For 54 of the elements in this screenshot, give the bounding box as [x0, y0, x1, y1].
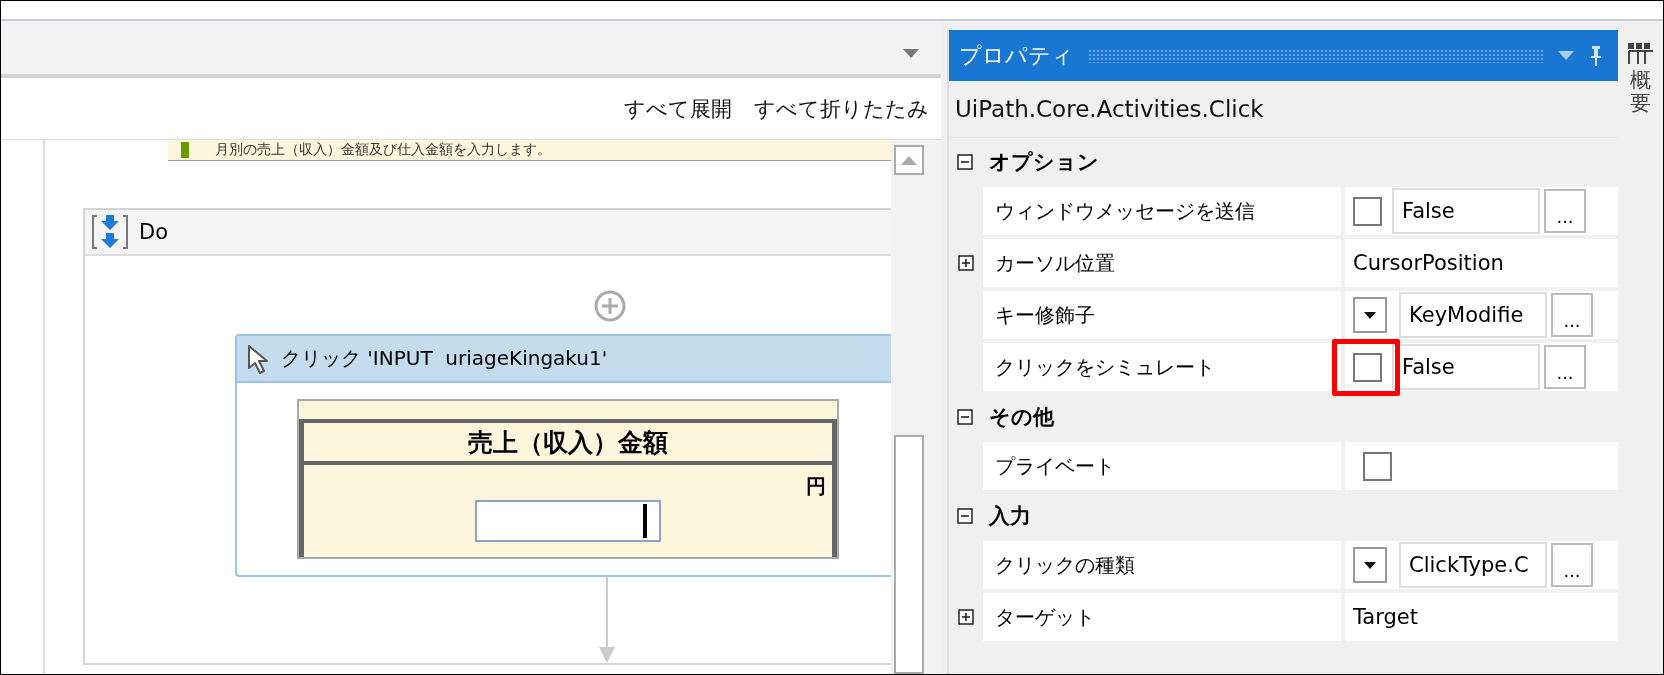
ellipsis-button[interactable]: ...: [1544, 345, 1586, 389]
cursor-icon: [247, 343, 269, 374]
category-title: その他: [989, 403, 1054, 431]
property-label: クリックをシミュレート: [983, 343, 1341, 391]
annotation-marker: [181, 142, 189, 158]
dropdown-arrow-icon[interactable]: [1558, 51, 1574, 60]
activity-title: クリック 'INPUT uriageKingaku1': [281, 345, 608, 372]
outline-icon[interactable]: [1627, 43, 1654, 65]
property-value: Target: [1353, 605, 1418, 629]
scrollbar-thumb[interactable]: [893, 435, 924, 674]
category-title: 入力: [989, 502, 1031, 530]
value-field[interactable]: ClickType.C: [1399, 542, 1547, 588]
dropdown-caret-icon: [1364, 561, 1376, 569]
category-title: オプション: [989, 148, 1099, 176]
screenshot-unit: 円: [806, 473, 826, 500]
expand-icon[interactable]: [958, 255, 974, 271]
ellipsis-button[interactable]: ...: [1544, 189, 1586, 233]
sequence-icon: [91, 213, 129, 251]
add-activity-icon[interactable]: [594, 290, 626, 322]
collapse-icon[interactable]: [957, 153, 973, 170]
dropdown-arrow-icon[interactable]: [903, 49, 919, 58]
value-field[interactable]: False: [1392, 344, 1540, 390]
checkbox[interactable]: [1353, 196, 1382, 226]
panel-title: プロパティ: [959, 41, 1074, 70]
property-label: ターゲット: [983, 593, 1341, 641]
pin-icon[interactable]: [1588, 44, 1604, 67]
ellipsis-button[interactable]: ...: [1551, 543, 1593, 587]
dropdown-button[interactable]: [1353, 547, 1387, 583]
collapse-icon[interactable]: [957, 408, 973, 425]
toolbar-link[interactable]: すべて折りたたみ: [754, 94, 929, 123]
sequence-title: Do: [139, 220, 169, 244]
dropdown-button[interactable]: [1353, 297, 1387, 333]
value-field[interactable]: False: [1392, 188, 1540, 234]
dropdown-caret-icon: [1364, 311, 1376, 319]
value-field[interactable]: KeyModifie: [1399, 292, 1547, 338]
activity-card[interactable]: クリック 'INPUT uriageKingaku1' 売上（収入）金額 円: [235, 334, 891, 577]
up-arrow-icon: [900, 155, 917, 165]
type-name: UiPath.Core.Activities.Click: [949, 81, 1618, 138]
property-label: カーソル位置: [983, 239, 1341, 287]
property-label: ウィンドウメッセージを送信: [983, 187, 1341, 235]
collapse-icon[interactable]: [957, 507, 973, 524]
annotation-text: 月別の売上（収入）金額及び仕入金額を入力します。: [215, 141, 551, 159]
scroll-up-button[interactable]: [893, 145, 924, 175]
property-label: クリックの種類: [983, 541, 1341, 589]
property-value: CursorPosition: [1353, 251, 1504, 275]
property-label: キー修飾子: [983, 291, 1341, 339]
toolbar-link[interactable]: すべて展開: [624, 94, 732, 123]
ellipsis-button[interactable]: ...: [1551, 293, 1593, 337]
checkbox[interactable]: [1353, 352, 1382, 382]
side-tab[interactable]: 概要: [1630, 69, 1651, 116]
property-label: プライベート: [983, 442, 1341, 490]
expand-icon[interactable]: [958, 609, 974, 625]
screenshot-heading: 売上（収入）金額: [468, 426, 668, 459]
checkbox[interactable]: [1363, 451, 1392, 481]
